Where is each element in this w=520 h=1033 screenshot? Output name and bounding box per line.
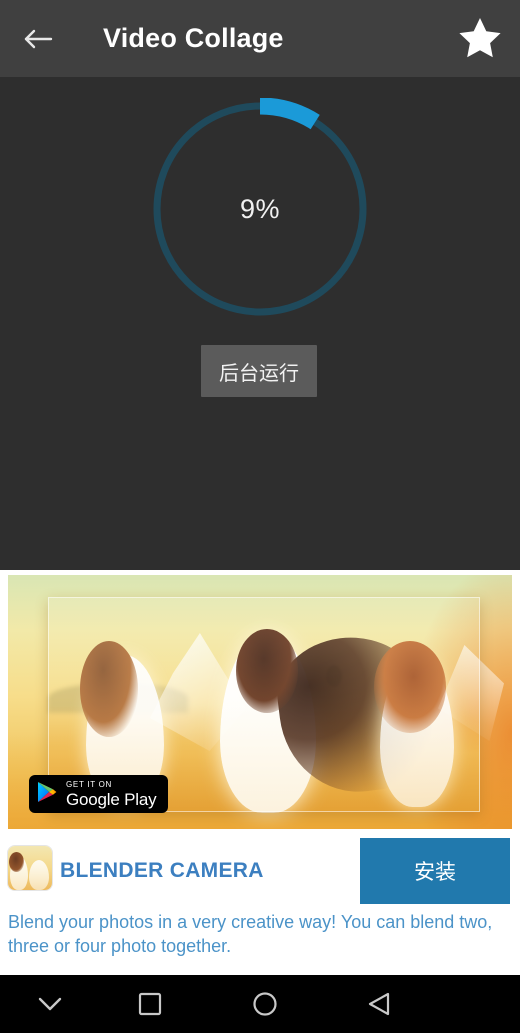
page-title: Video Collage [103, 23, 284, 53]
play-badge-small-label: GET IT ON [66, 779, 113, 789]
play-badge-large-label: Google Play [66, 789, 157, 809]
chevron-down-icon [36, 994, 64, 1014]
app-icon-figure-b [29, 860, 49, 890]
app-bar: Video Collage [0, 0, 520, 77]
arrow-left-icon [23, 26, 53, 52]
ad-app-row: BLENDER CAMERA 安装 [0, 838, 520, 904]
app-screen: Video Collage 9% 后台运行 GET IT ON Google P… [0, 0, 520, 1033]
square-icon [137, 991, 163, 1017]
star-filled-icon [458, 16, 502, 63]
progress-section: 9% 后台运行 [0, 77, 520, 570]
ad-description: Blend your photos in a very creative way… [8, 912, 493, 957]
google-play-badge[interactable]: GET IT ON Google Play [29, 775, 169, 813]
nav-hide-keyboard-button[interactable] [0, 975, 100, 1033]
back-button[interactable] [12, 13, 64, 65]
ad-banner-image[interactable]: GET IT ON Google Play [8, 575, 512, 829]
circle-icon [251, 990, 279, 1018]
progress-percent-label: 9% [239, 193, 281, 224]
app-icon-hair [9, 852, 24, 872]
ad-card: GET IT ON Google Play BLENDER CAMERA 安装 … [0, 570, 520, 975]
run-in-background-button[interactable]: 后台运行 [201, 345, 317, 397]
nav-back-button[interactable] [330, 975, 430, 1033]
install-button[interactable]: 安装 [360, 838, 510, 904]
progress-ring: 9% [149, 98, 371, 320]
ad-app-name[interactable]: BLENDER CAMERA [60, 838, 264, 904]
nav-home-button[interactable] [215, 975, 315, 1033]
app-icon-thumbnail[interactable] [8, 846, 52, 890]
google-play-triangle-icon [37, 781, 57, 808]
nav-recents-button[interactable] [100, 975, 200, 1033]
favorite-button[interactable] [454, 13, 506, 65]
triangle-left-icon [367, 991, 393, 1017]
system-navigation-bar [0, 975, 520, 1033]
